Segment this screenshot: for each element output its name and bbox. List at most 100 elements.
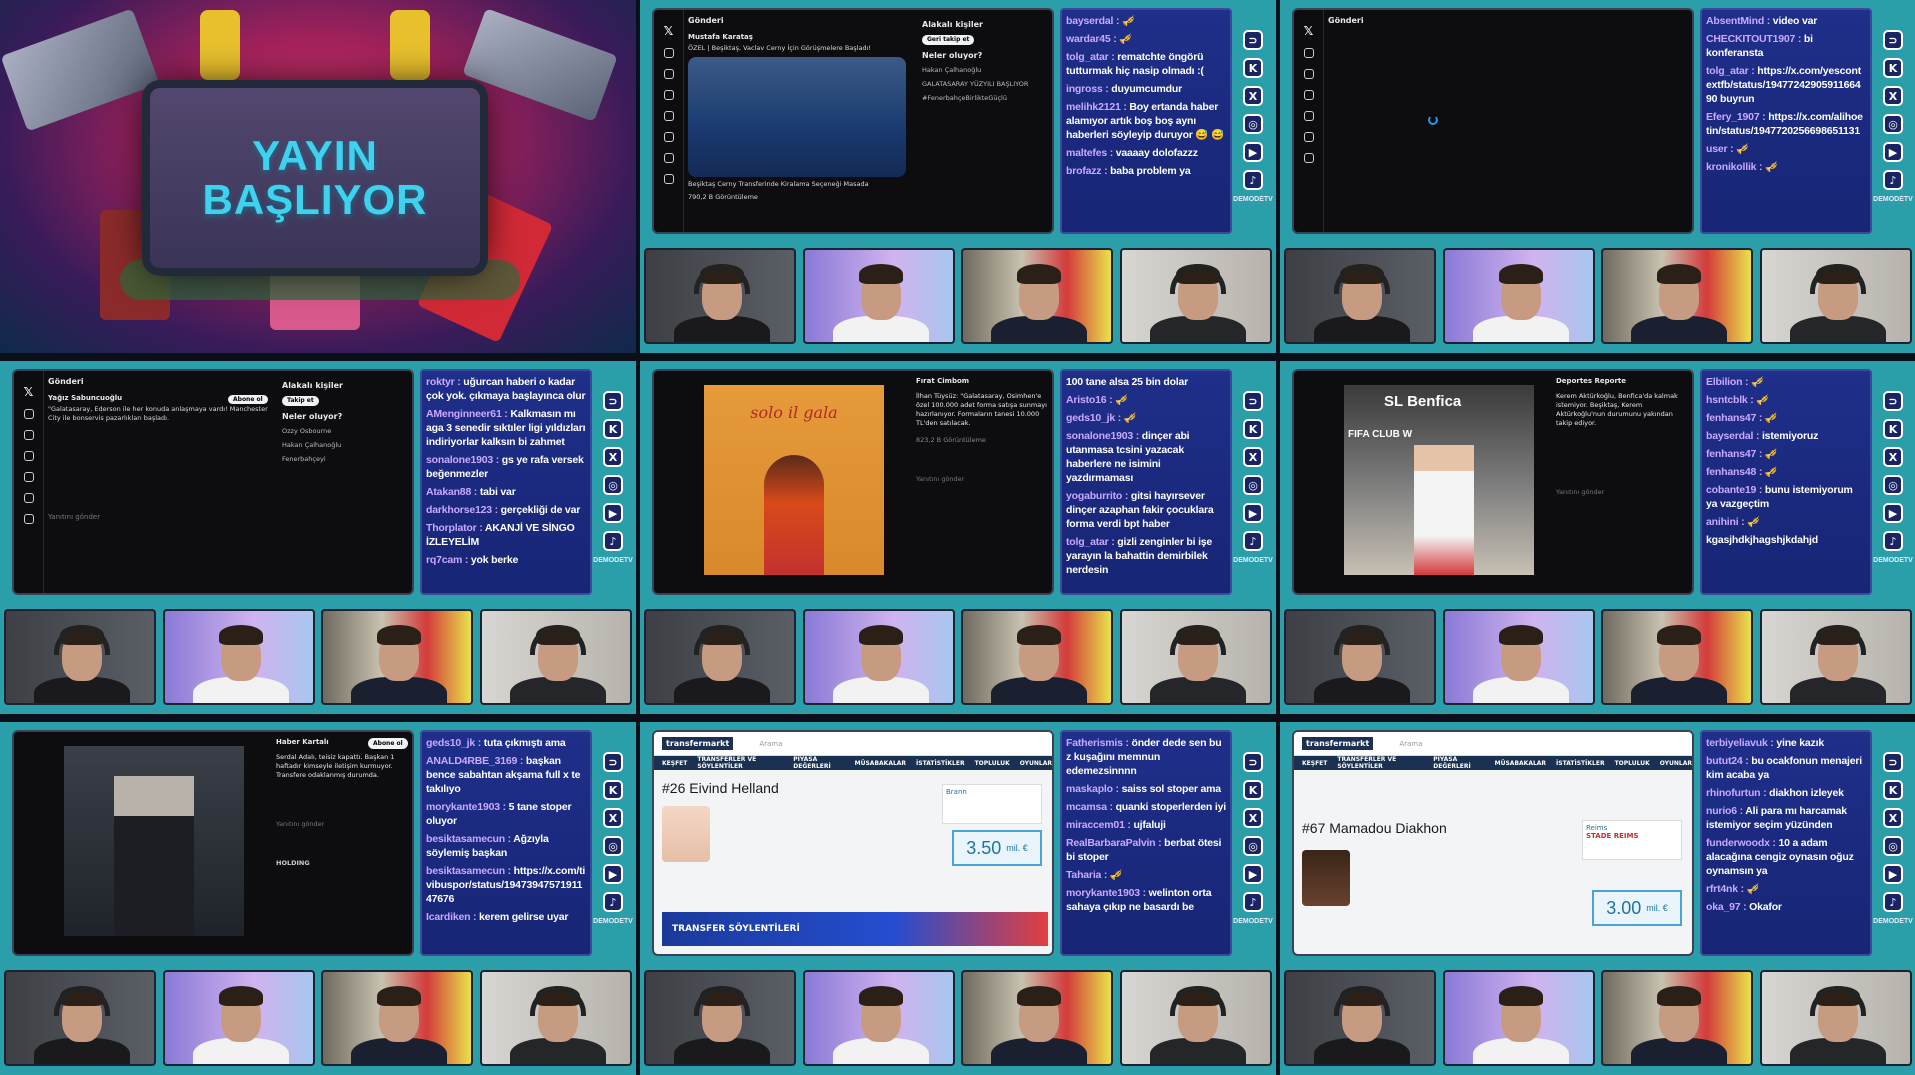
follow-button[interactable]: Takip et xyxy=(282,396,319,406)
chat-username: funderwoodx : xyxy=(1706,837,1776,849)
nav-item[interactable]: PİYASA DEĞERLERİ xyxy=(793,756,844,770)
grok-icon[interactable] xyxy=(23,493,34,503)
tiktok-icon: ♪ xyxy=(603,892,623,912)
grok-icon[interactable] xyxy=(1303,132,1314,142)
panel-8: transfermarkt Arama KEŞFET TRANSFERLER V… xyxy=(640,722,1276,1075)
market-value[interactable]: 3.50 mil. € xyxy=(952,830,1042,866)
chat-panel: Fatherismis : önder dede sen bu z kuşağı… xyxy=(1060,730,1232,956)
profile-icon[interactable] xyxy=(1303,153,1314,163)
tweet-author[interactable]: Deportes Reporte xyxy=(1556,377,1690,386)
social-bar: ⊃ K X ◎ ▶ ♪ DEMODETV xyxy=(1233,30,1273,203)
profile-icon[interactable] xyxy=(23,514,34,524)
x-icon: X xyxy=(1243,447,1263,467)
media-viewer[interactable]: solo il gala xyxy=(704,385,884,575)
chat-message: fenhans48 : 🎺 xyxy=(1706,466,1778,478)
reply-box[interactable]: Yanıtını gönder xyxy=(916,475,1050,484)
instagram-icon: ◎ xyxy=(1243,836,1263,856)
nav-item[interactable]: MÜSABAKALAR xyxy=(855,760,906,767)
club-box[interactable]: Reims STADE REIMS xyxy=(1582,820,1682,860)
nav-item[interactable]: TOPLULUK xyxy=(1615,760,1650,767)
decor-traffic-light-2 xyxy=(390,10,430,80)
search-input[interactable]: Arama xyxy=(759,740,782,748)
instagram-icon: ◎ xyxy=(603,475,623,495)
chat-message: wardar45 : 🎺 xyxy=(1066,33,1133,45)
chat-message: fenhans47 : 🎺 xyxy=(1706,412,1778,424)
search-icon[interactable] xyxy=(663,69,674,79)
panel-6: SL Benfica FIFA CLUB W Deportes Reporte … xyxy=(1280,361,1915,714)
media-viewer[interactable] xyxy=(64,746,244,936)
notifications-icon[interactable] xyxy=(23,451,34,461)
trend-item[interactable]: Hakan Çalhanoğlu xyxy=(282,441,410,449)
home-icon[interactable] xyxy=(23,409,34,419)
messages-icon[interactable] xyxy=(1303,111,1314,121)
player-photo xyxy=(662,806,710,862)
k-icon: K xyxy=(1883,58,1903,78)
home-icon[interactable] xyxy=(663,48,674,58)
tweet-author[interactable]: Mustafa Karataş xyxy=(688,33,918,41)
search-icon[interactable] xyxy=(23,430,34,440)
chat-username: tolg_atar : xyxy=(1066,536,1115,548)
nav-item[interactable]: MÜSABAKALAR xyxy=(1495,760,1546,767)
reply-box[interactable]: Yanıtını gönder xyxy=(48,513,278,521)
tweet-author[interactable]: Fırat Cimbom xyxy=(916,377,1050,386)
messages-icon[interactable] xyxy=(23,472,34,482)
nav-item[interactable]: KEŞFET xyxy=(1302,760,1327,767)
kick-icon: ⊃ xyxy=(1883,30,1903,50)
nav-item[interactable]: KEŞFET xyxy=(662,760,687,767)
nav-item[interactable]: TOPLULUK xyxy=(975,760,1010,767)
decor-traffic-light xyxy=(200,10,240,80)
youtube-icon: ▶ xyxy=(1883,864,1903,884)
chat-username: kronikollik : xyxy=(1706,161,1763,173)
club-name[interactable]: Brann xyxy=(946,788,967,796)
club-box[interactable]: Brann xyxy=(942,784,1042,824)
notifications-icon[interactable] xyxy=(663,90,674,100)
chat-username: Fatherismis : xyxy=(1066,737,1129,749)
rumours-banner[interactable]: TRANSFER SÖYLENTİLERİ xyxy=(662,912,1048,946)
search-input[interactable]: Arama xyxy=(1399,740,1422,748)
panel-3: 𝕏 Gönderi AbsentMind : video var CHECKIT… xyxy=(1280,0,1915,353)
nav-item[interactable]: OYUNLAR xyxy=(1020,760,1052,767)
nav-item[interactable]: İSTATİSTİKLER xyxy=(916,760,965,767)
x-logo-icon[interactable]: 𝕏 xyxy=(24,385,34,399)
tweet-media[interactable] xyxy=(688,57,906,177)
home-icon[interactable] xyxy=(1303,48,1314,58)
messages-icon[interactable] xyxy=(663,111,674,121)
market-value[interactable]: 3.00 mil. € xyxy=(1592,890,1682,926)
nav-item[interactable]: PİYASA DEĞERLERİ xyxy=(1433,756,1484,770)
nav-item[interactable]: İSTATİSTİKLER xyxy=(1556,760,1605,767)
reply-box[interactable]: Yanıtını gönder xyxy=(1556,488,1690,497)
chat-message: melihk2121 : Boy ertanda haber alamıyor … xyxy=(1066,101,1224,141)
subscribe-button[interactable]: Abone ol xyxy=(368,738,408,749)
nav-item[interactable]: TRANSFERLER VE SÖYLENTİLER xyxy=(1337,756,1423,770)
chat-message: Aristo16 : 🎺 xyxy=(1066,394,1129,406)
chat-message: nurio6 : Ali para mı harcamak istemiyor … xyxy=(1706,805,1847,831)
chat-message: sonalone1903 : dinçer abi utanmasa tcsin… xyxy=(1066,430,1190,484)
nav-item[interactable]: TRANSFERLER VE SÖYLENTİLER xyxy=(697,756,783,770)
club-name[interactable]: Reims xyxy=(1586,824,1607,832)
site-logo[interactable]: transfermarkt xyxy=(1302,737,1374,750)
browser-screen: transfermarkt Arama KEŞFET TRANSFERLER V… xyxy=(652,730,1054,956)
follow-back-button[interactable]: Geri takip et xyxy=(922,35,975,45)
site-logo[interactable]: transfermarkt xyxy=(662,737,734,750)
chat-username: bayserdal : xyxy=(1706,430,1760,442)
trend-item[interactable]: #FenerbahçeBirlikteGüçlü xyxy=(922,94,1050,102)
grok-icon[interactable] xyxy=(663,132,674,142)
trend-item[interactable]: Fenerbahçeyi xyxy=(282,455,410,463)
more-icon[interactable] xyxy=(663,174,674,184)
media-viewer[interactable]: SL Benfica FIFA CLUB W xyxy=(1344,385,1534,575)
trend-item[interactable]: Hakan Çalhanoğlu xyxy=(922,66,1050,74)
webcam xyxy=(1601,970,1754,1066)
x-logo-icon[interactable]: 𝕏 xyxy=(1304,24,1314,38)
notifications-icon[interactable] xyxy=(1303,90,1314,100)
nav-item[interactable]: OYUNLAR xyxy=(1660,760,1692,767)
search-icon[interactable] xyxy=(1303,69,1314,79)
subscribe-button[interactable]: Abone ol xyxy=(228,395,268,404)
chat-message: terbiyeliavuk : yine kazık xyxy=(1706,737,1824,749)
x-logo-icon[interactable]: 𝕏 xyxy=(664,24,674,38)
social-bar: ⊃ K X ◎ ▶ ♪ DEMODETV xyxy=(1873,30,1913,203)
trend-item[interactable]: GALATASARAY YÜZYILI BAŞLIYOR xyxy=(922,80,1050,88)
reply-box[interactable]: Yanıtını gönder xyxy=(276,820,410,829)
trend-item[interactable]: Ozzy Osbourne xyxy=(282,427,410,435)
chat-message: tolg_atar : https://x.com/yescontextfb/s… xyxy=(1706,65,1862,105)
profile-icon[interactable] xyxy=(663,153,674,163)
